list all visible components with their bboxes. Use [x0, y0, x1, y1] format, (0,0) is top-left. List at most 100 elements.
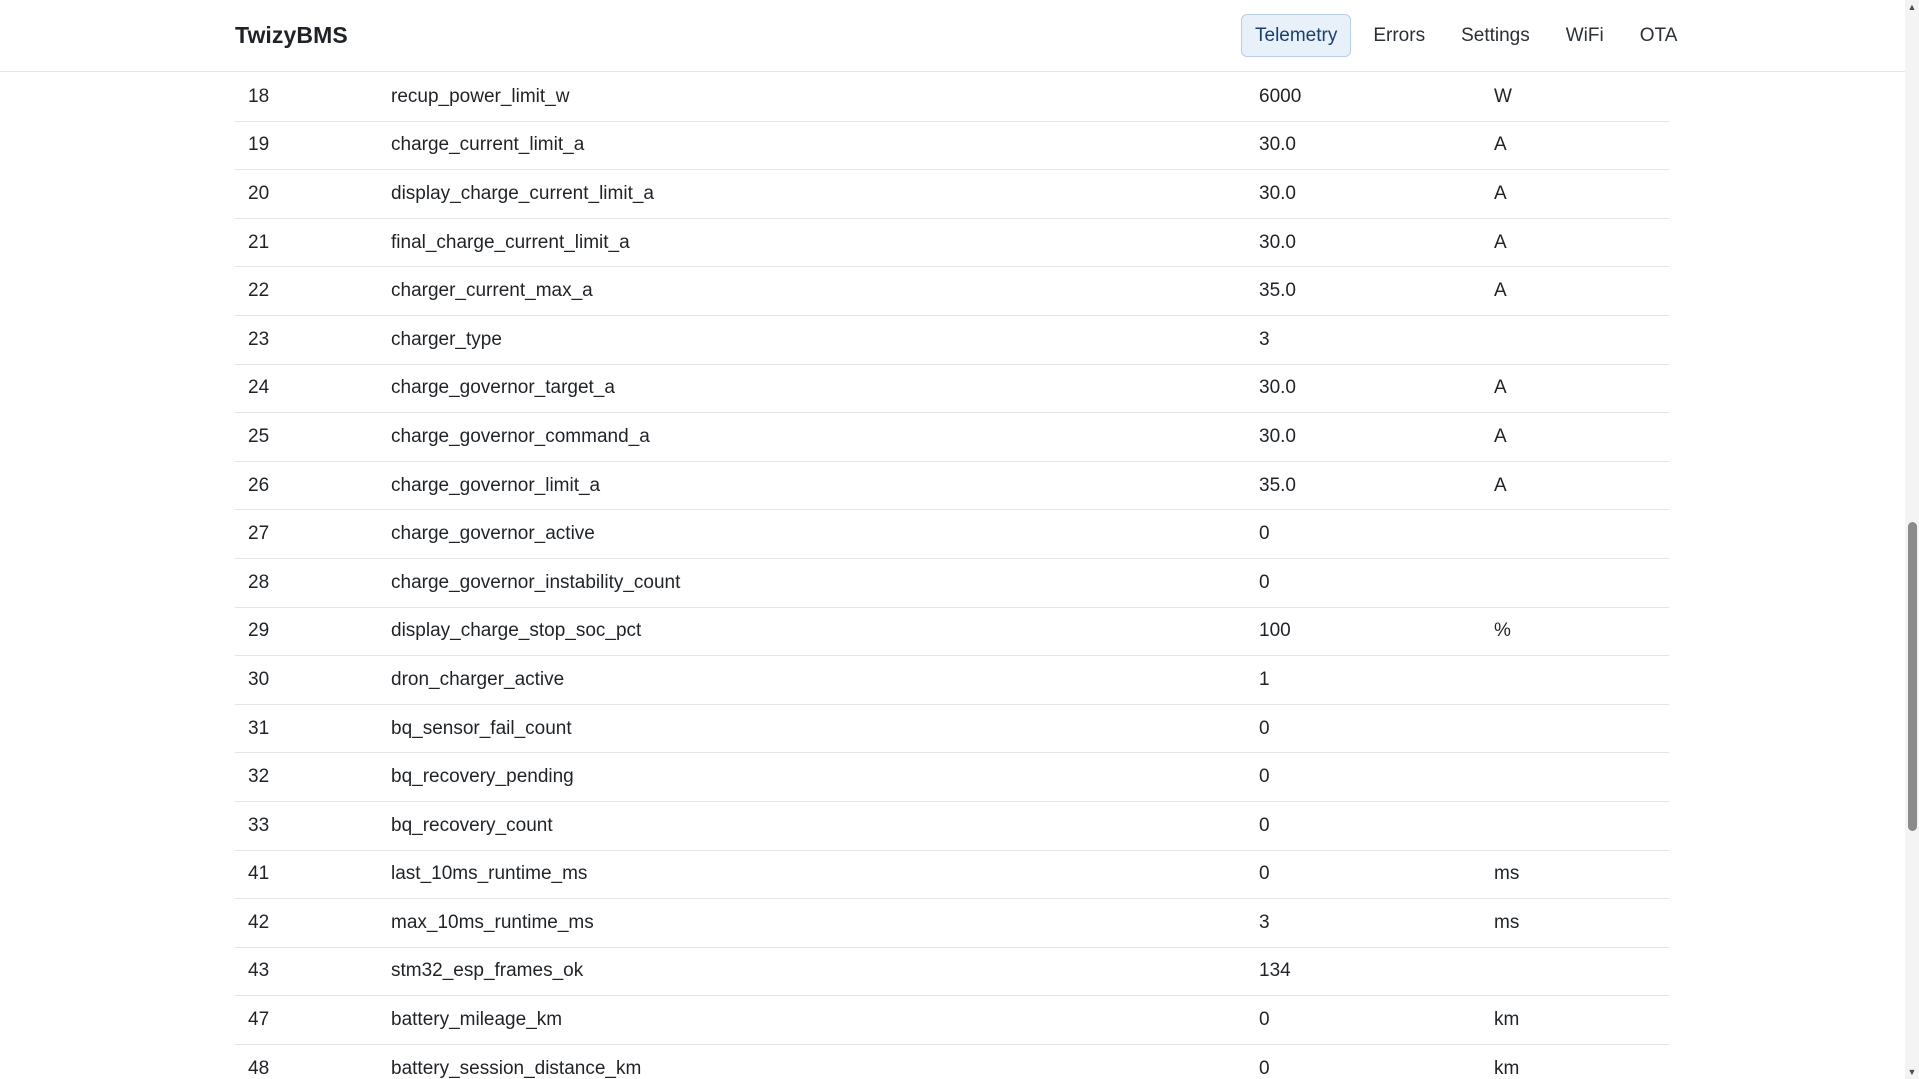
main-nav: Telemetry Errors Settings WiFi OTA: [1241, 14, 1699, 57]
table-row: 24 charge_governor_target_a 30.0 A: [235, 364, 1669, 414]
table-row: 29 display_charge_stop_soc_pct 100%: [235, 607, 1669, 657]
table-row: 30 dron_charger_active 1: [235, 655, 1669, 705]
row-unit: ms: [1494, 850, 1669, 900]
row-name: battery_session_distance_km: [391, 1044, 1259, 1079]
row-id: 24: [235, 364, 391, 414]
row-id: 41: [235, 850, 391, 900]
row-unit: km: [1494, 1044, 1669, 1079]
table-row: 22 charger_current_max_a 35.0 A: [235, 266, 1669, 316]
row-id: 22: [235, 266, 391, 316]
brand-title[interactable]: TwizyBMS: [235, 22, 348, 49]
scroll-down-arrow-icon[interactable]: ▼: [1905, 1065, 1919, 1079]
row-value: 0: [1259, 704, 1494, 754]
table-row: 18 recup_power_limit_w 6000 W: [235, 73, 1669, 122]
nav-tab-settings[interactable]: Settings: [1447, 14, 1544, 57]
row-value: 0: [1259, 995, 1494, 1045]
nav-tab-errors[interactable]: Errors: [1359, 14, 1439, 57]
row-name: charger_current_max_a: [391, 266, 1259, 316]
row-value: 30.0: [1259, 121, 1494, 171]
row-value: 0: [1259, 850, 1494, 900]
table-row: 20 display_charge_current_limit_a 30.0 A: [235, 169, 1669, 219]
row-id: 31: [235, 704, 391, 754]
row-name: dron_charger_active: [391, 655, 1259, 705]
page-scrollbar[interactable]: ▲ ▼: [1905, 0, 1919, 1079]
row-unit: A: [1494, 121, 1669, 171]
table-row: 47 battery_mileage_km 0 km: [235, 995, 1669, 1045]
row-id: 47: [235, 995, 391, 1045]
row-unit: A: [1494, 169, 1669, 219]
telemetry-table: 18 recup_power_limit_w 6000 W 19 charge_curre…: [235, 73, 1669, 1079]
row-value: 0: [1259, 1044, 1494, 1079]
table-row: 21 final_charge_current_limit_a 30.0 A: [235, 218, 1669, 268]
row-name: bq_sensor_fail_count: [391, 704, 1259, 754]
top-navbar: TwizyBMS Telemetry Errors Settings WiFi …: [0, 0, 1905, 72]
row-name: display_charge_stop_soc_pct: [391, 607, 1259, 657]
row-name: charge_governor_target_a: [391, 364, 1259, 414]
row-id: 18: [235, 73, 391, 122]
table-row: 42 max_10ms_runtime_ms 3 ms: [235, 898, 1669, 948]
telemetry-table-body: 18 recup_power_limit_w 6000 W 19 charge_curre…: [235, 73, 1669, 1079]
row-value: 134: [1259, 947, 1494, 997]
row-unit: [1494, 704, 1669, 754]
scroll-up-arrow-icon[interactable]: ▲: [1905, 0, 1919, 14]
row-unit: [1494, 655, 1669, 705]
table-row: 26 charge_governor_limit_a 35.0 A: [235, 461, 1669, 511]
row-name: max_10ms_runtime_ms: [391, 898, 1259, 948]
row-name: charge_governor_instability_count: [391, 558, 1259, 608]
row-unit: [1494, 801, 1669, 851]
row-unit: [1494, 752, 1669, 802]
row-id: 43: [235, 947, 391, 997]
row-name: charge_governor_active: [391, 509, 1259, 559]
row-name: bq_recovery_pending: [391, 752, 1259, 802]
row-unit: A: [1494, 266, 1669, 316]
table-row: 27 charge_governor_active 0: [235, 509, 1669, 559]
row-name: recup_power_limit_w: [391, 73, 1259, 122]
row-value: 100: [1259, 607, 1494, 657]
row-id: 32: [235, 752, 391, 802]
app-viewport: TwizyBMS Telemetry Errors Settings WiFi …: [0, 0, 1919, 1079]
nav-tab-wifi[interactable]: WiFi: [1552, 14, 1618, 57]
row-name: display_charge_current_limit_a: [391, 169, 1259, 219]
row-id: 21: [235, 218, 391, 268]
row-value: 0: [1259, 509, 1494, 559]
row-name: final_charge_current_limit_a: [391, 218, 1259, 268]
nav-tab-telemetry[interactable]: Telemetry: [1241, 14, 1352, 57]
row-id: 29: [235, 607, 391, 657]
row-unit: W: [1494, 73, 1669, 122]
row-unit: km: [1494, 995, 1669, 1045]
table-row: 41 last_10ms_runtime_ms 0 ms: [235, 850, 1669, 900]
row-name: last_10ms_runtime_ms: [391, 850, 1259, 900]
row-id: 33: [235, 801, 391, 851]
row-value: 0: [1259, 752, 1494, 802]
row-name: stm32_esp_frames_ok: [391, 947, 1259, 997]
row-value: 35.0: [1259, 266, 1494, 316]
row-unit: A: [1494, 412, 1669, 462]
row-id: 42: [235, 898, 391, 948]
row-value: 6000: [1259, 73, 1494, 122]
table-row: 32 bq_recovery_pending 0: [235, 752, 1669, 802]
row-id: 20: [235, 169, 391, 219]
row-name: bq_recovery_count: [391, 801, 1259, 851]
row-unit: A: [1494, 364, 1669, 414]
row-name: battery_mileage_km: [391, 995, 1259, 1045]
row-value: 35.0: [1259, 461, 1494, 511]
row-unit: [1494, 315, 1669, 365]
row-unit: [1494, 509, 1669, 559]
row-id: 28: [235, 558, 391, 608]
nav-tab-ota[interactable]: OTA: [1626, 14, 1692, 57]
row-value: 3: [1259, 315, 1494, 365]
table-row: 25 charge_governor_command_a 30.0 A: [235, 412, 1669, 462]
row-value: 30.0: [1259, 218, 1494, 268]
row-id: 27: [235, 509, 391, 559]
row-value: 30.0: [1259, 169, 1494, 219]
row-name: charge_current_limit_a: [391, 121, 1259, 171]
row-value: 3: [1259, 898, 1494, 948]
row-value: 0: [1259, 801, 1494, 851]
table-row: 43 stm32_esp_frames_ok 134: [235, 947, 1669, 997]
row-value: 1: [1259, 655, 1494, 705]
row-unit: [1494, 947, 1669, 997]
scrollbar-thumb[interactable]: [1908, 522, 1917, 831]
table-row: 33 bq_recovery_count 0: [235, 801, 1669, 851]
row-id: 26: [235, 461, 391, 511]
row-id: 48: [235, 1044, 391, 1079]
